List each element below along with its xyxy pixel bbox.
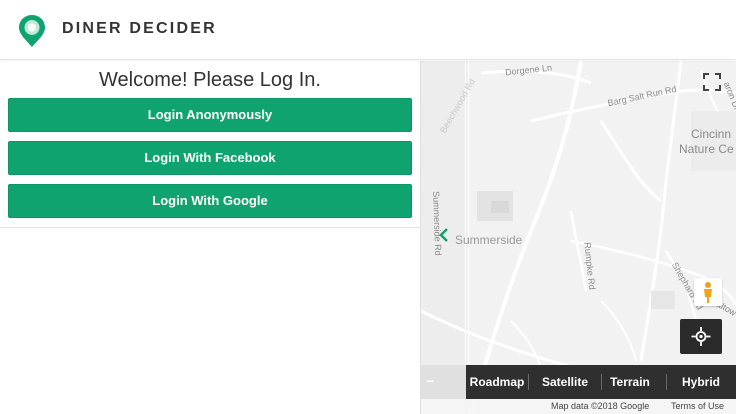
login-facebook-button[interactable]: Login With Facebook	[8, 141, 412, 175]
map-type-hybrid[interactable]: Hybrid	[667, 365, 735, 399]
login-panel: Welcome! Please Log In. Login Anonymousl…	[0, 61, 420, 414]
map-type-satellite[interactable]: Satellite	[529, 365, 601, 399]
app-header: DINER DECIDER	[0, 0, 736, 60]
pegman-icon[interactable]	[694, 278, 722, 306]
zoom-out-button[interactable]: −	[421, 365, 466, 399]
map-label-cincinnati-2: Nature Ce	[679, 142, 734, 156]
login-anonymously-button[interactable]: Login Anonymously	[8, 98, 412, 132]
panel-divider	[0, 227, 420, 228]
welcome-heading: Welcome! Please Log In.	[99, 69, 321, 91]
map-type-bar: Roadmap Satellite Terrain Hybrid	[466, 365, 736, 399]
map-label-cincinnati-1: Cincinn	[691, 127, 732, 141]
map-pin-logo-icon	[19, 15, 45, 47]
my-location-button[interactable]	[680, 319, 722, 354]
fullscreen-icon[interactable]	[701, 71, 723, 93]
map-view[interactable]: Dorgene Ln Barg Salt Run Rd Cincinn Natu…	[420, 61, 736, 414]
map-attribution: Map data ©2018 Google Terms of Use	[421, 399, 736, 414]
crosshair-icon	[691, 327, 711, 346]
terms-of-use-link[interactable]: Terms of Use	[671, 401, 724, 411]
map-data-text: Map data ©2018 Google	[551, 401, 650, 411]
map-label-summerside: Summerside	[455, 233, 523, 247]
chevron-left-icon[interactable]	[437, 227, 451, 243]
map-type-roadmap[interactable]: Roadmap	[466, 365, 528, 399]
map-type-terrain[interactable]: Terrain	[602, 365, 658, 399]
app-title: DINER DECIDER	[62, 20, 217, 37]
zoom-out-label: −	[426, 373, 435, 389]
login-google-button[interactable]: Login With Google	[8, 184, 412, 218]
